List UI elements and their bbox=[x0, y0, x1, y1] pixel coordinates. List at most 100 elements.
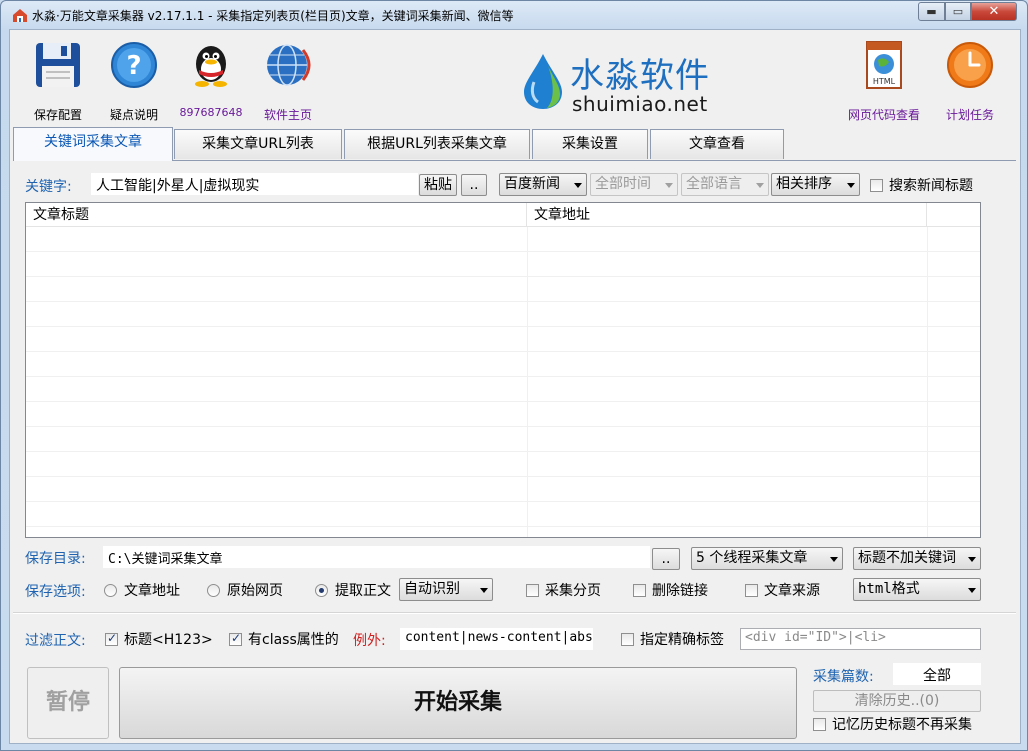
checkbox-box-checked bbox=[105, 631, 118, 646]
threads-select[interactable]: 5 个线程采集文章 bbox=[691, 547, 843, 570]
schedule-label: 计划任务 bbox=[945, 108, 994, 122]
minimize-button[interactable]: ▬ bbox=[918, 2, 945, 21]
table-row bbox=[26, 227, 980, 252]
svg-text:?: ? bbox=[126, 51, 141, 81]
table-row bbox=[26, 327, 980, 352]
save-dir-label: 保存目录: bbox=[25, 551, 86, 567]
keyword-input[interactable]: 人工智能|外星人|虚拟现实 bbox=[91, 173, 418, 195]
column-title-header[interactable]: 文章标题 bbox=[26, 203, 527, 227]
minimize-icon: ▬ bbox=[926, 5, 937, 18]
count-input[interactable]: 全部 bbox=[893, 663, 981, 685]
chevron-down-icon bbox=[665, 183, 673, 188]
radio-dot-selected bbox=[315, 583, 328, 597]
table-row bbox=[26, 427, 980, 452]
table-row bbox=[26, 502, 980, 527]
extract-mode-select[interactable]: 自动识别 bbox=[399, 578, 493, 601]
time-select[interactable]: 全部时间 bbox=[590, 173, 678, 196]
tab-bar: 关键词采集文章 采集文章URL列表 根据URL列表采集文章 采集设置 文章查看 bbox=[13, 127, 1017, 161]
schedule-button[interactable]: 计划任务 bbox=[934, 40, 1006, 123]
tab-article-view[interactable]: 文章查看 bbox=[650, 129, 784, 159]
checkbox-box-checked bbox=[229, 631, 242, 646]
save-dir-input[interactable]: C:\关键词采集文章 bbox=[103, 546, 650, 568]
threads-select-value: 5 个线程采集文章 bbox=[696, 550, 808, 566]
source-select[interactable]: 百度新闻 bbox=[499, 173, 587, 196]
tab-collect-by-url[interactable]: 根据URL列表采集文章 bbox=[344, 129, 530, 159]
article-table[interactable]: 文章标题 文章地址 bbox=[25, 202, 981, 538]
html-file-icon: HTML bbox=[866, 41, 902, 89]
paste-button[interactable]: 粘贴 bbox=[419, 174, 457, 196]
radio-article-url[interactable]: 文章地址 bbox=[104, 580, 180, 600]
qq-button[interactable]: 897687648 bbox=[175, 40, 247, 119]
chevron-down-icon bbox=[847, 183, 855, 188]
divider bbox=[13, 612, 1016, 614]
article-source-label: 文章来源 bbox=[764, 583, 820, 599]
tab-url-list[interactable]: 采集文章URL列表 bbox=[174, 129, 342, 159]
start-collect-button[interactable]: 开始采集 bbox=[119, 667, 797, 739]
checkbox-box bbox=[813, 717, 826, 731]
homepage-button[interactable]: 软件主页 bbox=[252, 40, 324, 123]
save-dir-browse-button[interactable]: .. bbox=[652, 548, 680, 570]
window-title: 水淼·万能文章采集器 v2.17.1.1 - 采集指定列表页(栏目页)文章，关键… bbox=[32, 9, 514, 23]
search-title-checkbox[interactable]: 搜索新闻标题 bbox=[870, 175, 973, 195]
title-h123-label: 标题<H123> bbox=[124, 632, 213, 648]
tab-settings[interactable]: 采集设置 bbox=[532, 129, 648, 159]
search-title-label: 搜索新闻标题 bbox=[889, 178, 973, 194]
checkbox-box bbox=[633, 583, 646, 597]
remove-links-checkbox[interactable]: 删除链接 bbox=[633, 580, 708, 600]
class-attr-checkbox[interactable]: 有class属性的 bbox=[229, 629, 339, 649]
count-label: 采集篇数: bbox=[813, 669, 874, 685]
radio-original-page[interactable]: 原始网页 bbox=[207, 580, 283, 600]
title-keyword-select[interactable]: 标题不加关键词 bbox=[853, 547, 981, 570]
chevron-down-icon bbox=[480, 588, 488, 593]
radio-dot bbox=[207, 583, 220, 597]
exception-label: 例外: bbox=[353, 633, 386, 649]
sort-select[interactable]: 相关排序 bbox=[771, 173, 860, 196]
column-url-header[interactable]: 文章地址 bbox=[527, 203, 927, 227]
chevron-down-icon bbox=[574, 183, 582, 188]
clear-history-button[interactable]: 清除历史..(0) bbox=[813, 690, 981, 712]
water-drop-logo-icon bbox=[524, 54, 562, 109]
tab-keyword-collect[interactable]: 关键词采集文章 bbox=[13, 127, 173, 161]
keyword-collect-panel: 关键字: 人工智能|外星人|虚拟现实 粘贴 .. 百度新闻 全部时间 全部语言 … bbox=[13, 160, 1016, 740]
close-button[interactable]: ✕ bbox=[971, 2, 1017, 21]
save-config-button[interactable]: 保存配置 bbox=[22, 40, 94, 123]
chevron-down-icon bbox=[756, 183, 764, 188]
radio-article-url-label: 文章地址 bbox=[124, 583, 180, 599]
collect-pages-checkbox[interactable]: 采集分页 bbox=[526, 580, 601, 600]
remember-history-checkbox[interactable]: 记忆历史标题不再采集 bbox=[813, 714, 972, 734]
checkbox-box bbox=[526, 583, 539, 597]
collect-pages-label: 采集分页 bbox=[545, 583, 601, 599]
title-h123-checkbox[interactable]: 标题<H123> bbox=[105, 629, 213, 649]
pause-button[interactable]: 暂停 bbox=[27, 667, 109, 739]
time-select-value: 全部时间 bbox=[595, 176, 651, 192]
table-row bbox=[26, 477, 980, 502]
save-config-label: 保存配置 bbox=[33, 108, 82, 122]
filter-label: 过滤正文: bbox=[25, 633, 86, 649]
exact-tag-checkbox[interactable]: 指定精确标签 bbox=[621, 629, 724, 649]
article-source-checkbox[interactable]: 文章来源 bbox=[745, 580, 820, 600]
language-select[interactable]: 全部语言 bbox=[681, 173, 769, 196]
help-button[interactable]: ? 疑点说明 bbox=[98, 40, 170, 123]
exact-tag-input[interactable]: <div id="ID">|<li> bbox=[740, 628, 981, 650]
extract-mode-select-value: 自动识别 bbox=[404, 581, 460, 597]
format-select[interactable]: html格式 bbox=[853, 578, 981, 601]
radio-original-page-label: 原始网页 bbox=[227, 583, 283, 599]
keyword-browse-button[interactable]: .. bbox=[461, 174, 487, 196]
checkbox-box bbox=[621, 632, 634, 646]
table-header: 文章标题 文章地址 bbox=[26, 203, 980, 227]
maximize-button[interactable]: ▭ bbox=[945, 2, 971, 21]
brand-logo: 水淼软件 shuimiao.net bbox=[522, 44, 722, 116]
radio-extract-body[interactable]: 提取正文 bbox=[315, 580, 391, 600]
table-row bbox=[26, 302, 980, 327]
app-icon bbox=[13, 9, 27, 22]
remember-history-label: 记忆历史标题不再采集 bbox=[832, 717, 972, 733]
exception-input[interactable]: content|news-content|abs bbox=[400, 628, 593, 650]
title-keyword-select-value: 标题不加关键词 bbox=[858, 550, 956, 566]
remove-links-label: 删除链接 bbox=[652, 583, 708, 599]
homepage-label: 软件主页 bbox=[263, 108, 312, 122]
floppy-disk-icon bbox=[36, 43, 80, 87]
table-row bbox=[26, 277, 980, 302]
html-viewer-button[interactable]: HTML 网页代码查看 bbox=[844, 40, 924, 123]
client-area: 保存配置 ? 疑点说明 897687648 软件主页 水淼软件 shuimiao… bbox=[9, 29, 1021, 744]
title-bar[interactable]: 水淼·万能文章采集器 v2.17.1.1 - 采集指定列表页(栏目页)文章，关键… bbox=[1, 1, 1027, 29]
